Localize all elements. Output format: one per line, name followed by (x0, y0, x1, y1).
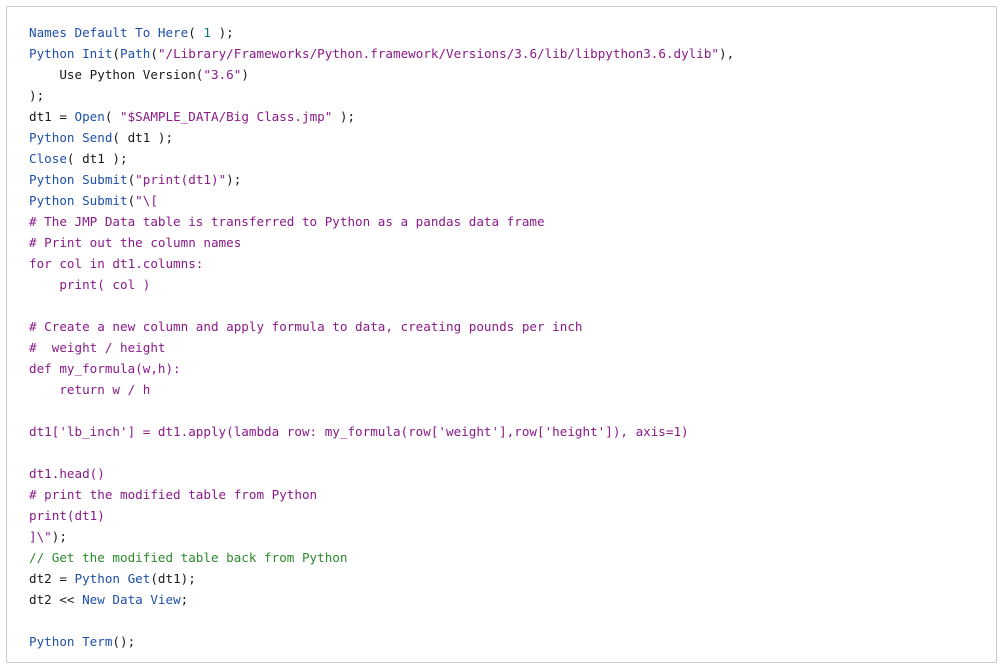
code-token: ), (719, 46, 735, 61)
code-line: print(dt1) (29, 505, 996, 526)
code-line: Python Term(); (29, 631, 996, 652)
code-token: (dt1); (150, 571, 196, 586)
code-token: ( (104, 109, 121, 124)
code-token: ); (211, 25, 234, 40)
code-token: Open (74, 109, 105, 124)
code-token: Path (120, 46, 151, 61)
code-token: ( dt1 ); (66, 151, 128, 166)
code-token: Close (29, 151, 67, 166)
code-token: dt1 = (29, 109, 75, 124)
code-line: Python Submit("print(dt1)"); (29, 169, 996, 190)
code-line: Names Default To Here( 1 ); (29, 22, 996, 43)
code-token: ( (188, 25, 204, 40)
code-token: # weight / height (29, 340, 166, 355)
code-line: Python Send( dt1 ); (29, 127, 996, 148)
code-line: Python Submit("\[ (29, 190, 996, 211)
code-token: Python Submit (29, 193, 128, 208)
code-line: print( col ) (29, 274, 996, 295)
code-token: dt2 = (29, 571, 75, 586)
code-line: ); (29, 85, 996, 106)
code-block: Names Default To Here( 1 ); Python Init(P… (6, 6, 997, 663)
code-token: ); (226, 172, 242, 187)
code-token: ); (51, 529, 67, 544)
code-token: 1 (203, 25, 211, 40)
code-token: "$SAMPLE_DATA/Big Class.jmp" (120, 109, 333, 124)
code-line: // Get the modified table back from Pyth… (29, 547, 996, 568)
code-line: dt1.head() (29, 463, 996, 484)
code-line: def my_formula(w,h): (29, 358, 996, 379)
code-line: dt1['lb_inch'] = dt1.apply(lambda row: m… (29, 421, 996, 442)
code-token: ]\" (29, 529, 52, 544)
code-token: # Create a new column and apply formula … (29, 319, 583, 334)
code-token: ) (241, 67, 249, 82)
code-token: def my_formula(w,h): (29, 361, 181, 376)
code-line: for col in dt1.columns: (29, 253, 996, 274)
code-token: # The JMP Data table is transferred to P… (29, 214, 545, 229)
code-token: dt2 << (29, 592, 83, 607)
code-token: "/Library/Frameworks/Python.framework/Ve… (157, 46, 720, 61)
code-line: # weight / height (29, 337, 996, 358)
code-token: dt1['lb_inch'] = dt1.apply(lambda row: m… (29, 424, 689, 439)
code-line: dt2 = Python Get(dt1); (29, 568, 996, 589)
code-token: Python Submit (29, 172, 128, 187)
code-token: "3.6" (203, 67, 242, 82)
code-token: Python Term (29, 634, 113, 649)
code-token: ); (29, 88, 45, 103)
code-line: ]\"); (29, 526, 996, 547)
code-line: # Create a new column and apply formula … (29, 316, 996, 337)
code-line: dt1 = Open( "$SAMPLE_DATA/Big Class.jmp"… (29, 106, 996, 127)
code-token: # print the modified table from Python (29, 487, 318, 502)
code-line: Close( dt1 ); (29, 148, 996, 169)
code-token: (); (112, 634, 136, 649)
code-line: return w / h (29, 379, 996, 400)
code-token: # Print out the column names (29, 235, 242, 250)
code-line: Python Init(Path("/Library/Frameworks/Py… (29, 43, 996, 64)
code-token: ( (150, 46, 158, 61)
code-line: # The JMP Data table is transferred to P… (29, 211, 996, 232)
code-token: Python Init (29, 46, 113, 61)
code-token: Use Python Version( (29, 67, 204, 82)
code-token: print( col ) (29, 277, 151, 292)
code-token: Python Send (29, 130, 113, 145)
code-token: "\[ (135, 193, 158, 208)
code-token: "print(dt1)" (135, 172, 227, 187)
code-line: Use Python Version("3.6") (29, 64, 996, 85)
code-token: // Get the modified table back from Pyth… (29, 550, 348, 565)
code-token: ( (112, 46, 120, 61)
code-token: ; (180, 592, 189, 607)
code-token: print(dt1) (29, 508, 105, 523)
code-token: for col in dt1.columns: (29, 256, 204, 271)
code-token: dt1.head() (29, 466, 105, 481)
code-line: # Print out the column names (29, 232, 996, 253)
code-token: ); (332, 109, 356, 124)
code-token: return w / h (29, 382, 151, 397)
code-line: # print the modified table from Python (29, 484, 996, 505)
code-token: Python Get (74, 571, 151, 586)
code-line: dt2 << New Data View; (29, 589, 996, 610)
code-token: Names Default To Here (29, 25, 189, 40)
code-token: New Data View (82, 592, 181, 607)
code-token: ( dt1 ); (112, 130, 174, 145)
